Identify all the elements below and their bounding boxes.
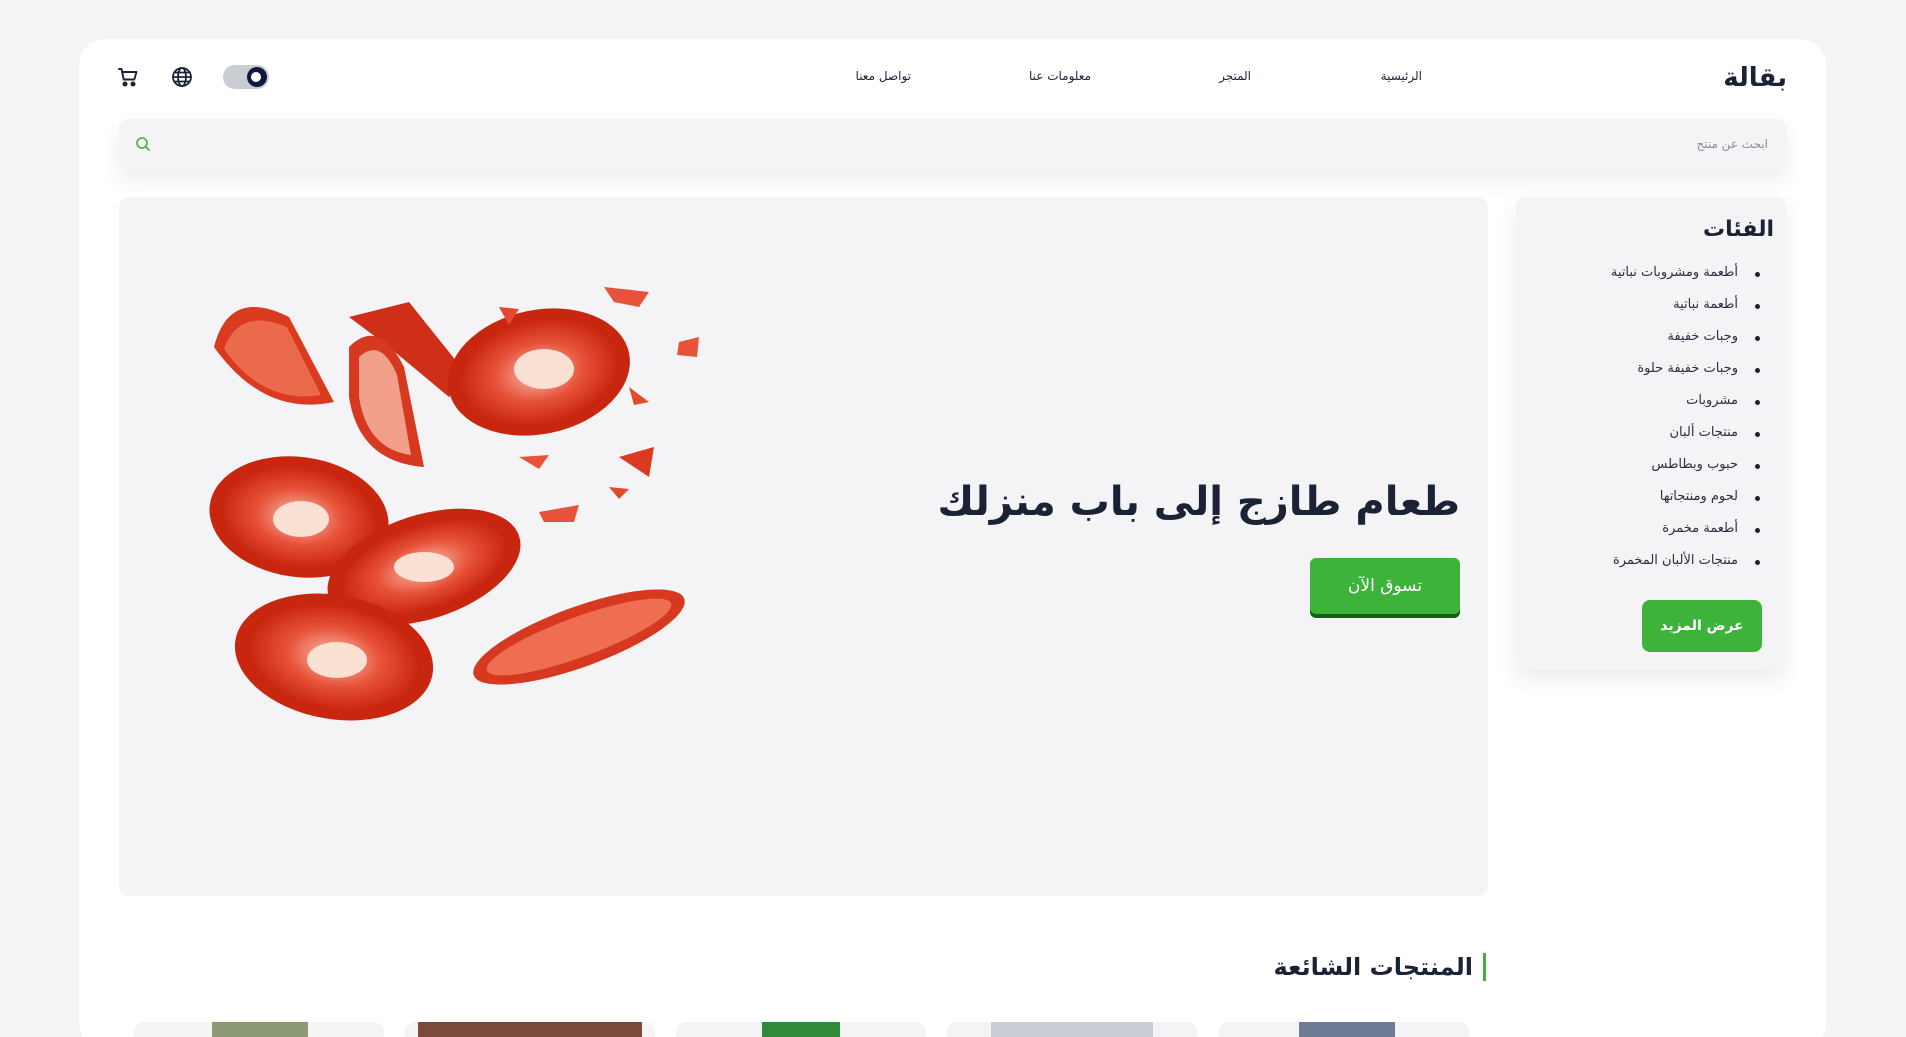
nav-home[interactable]: الرئيسية <box>1381 69 1422 83</box>
category-item[interactable]: أطعمة مخمرة <box>1611 521 1761 553</box>
category-item[interactable]: منتجات الألبان المخمرة <box>1611 553 1761 585</box>
product-image <box>212 1022 308 1037</box>
categories-list: أطعمة ومشروبات نباتية أطعمة نباتية وجبات… <box>1611 265 1761 585</box>
search-icon[interactable] <box>135 136 151 152</box>
hero-title: طعام طازج إلى باب منزلك <box>937 479 1460 525</box>
cart-icon[interactable] <box>116 65 140 89</box>
categories-panel: الفئات أطعمة ومشروبات نباتية أطعمة نباتي… <box>1516 197 1786 669</box>
search-bar <box>119 119 1786 169</box>
brand-logo[interactable]: بقالة <box>1723 63 1787 93</box>
product-card[interactable] <box>134 1022 384 1037</box>
category-item[interactable]: مشروبات <box>1611 393 1761 425</box>
product-card[interactable] <box>676 1022 926 1037</box>
hero-banner: طعام طازج إلى باب منزلك تسوق الآن <box>119 197 1488 896</box>
category-item[interactable]: حبوب وبطاطس <box>1611 457 1761 489</box>
tomato-slices-image <box>209 287 699 721</box>
category-item[interactable]: وجبات خفيفة <box>1611 329 1761 361</box>
product-card[interactable] <box>947 1022 1197 1037</box>
product-card[interactable] <box>405 1022 655 1037</box>
category-item[interactable]: أطعمة ومشروبات نباتية <box>1611 265 1761 297</box>
search-input[interactable] <box>188 133 1768 155</box>
nav-contact[interactable]: تواصل معنا <box>856 69 911 83</box>
popular-products-title: المنتجات الشائعة <box>1274 953 1486 981</box>
nav-about[interactable]: معلومات عنا <box>1029 69 1091 83</box>
category-item[interactable]: أطعمة نباتية <box>1611 297 1761 329</box>
main-card: بقالة الرئيسية المتجر معلومات عنا تواصل … <box>79 39 1826 1037</box>
product-image <box>418 1022 642 1037</box>
theme-toggle[interactable] <box>223 65 269 89</box>
shop-now-button[interactable]: تسوق الآن <box>1310 558 1460 614</box>
product-image <box>991 1022 1153 1037</box>
product-image <box>762 1022 840 1037</box>
nav-store[interactable]: المتجر <box>1219 69 1251 83</box>
moon-icon <box>247 67 267 87</box>
show-more-button[interactable]: عرض المزيد <box>1642 600 1762 652</box>
product-card[interactable] <box>1219 1022 1469 1037</box>
product-image <box>1299 1022 1395 1037</box>
category-item[interactable]: لحوم ومنتجاتها <box>1611 489 1761 521</box>
category-item[interactable]: منتجات ألبان <box>1611 425 1761 457</box>
category-item[interactable]: وجبات خفيفة حلوة <box>1611 361 1761 393</box>
categories-title: الفئات <box>1703 217 1774 242</box>
globe-icon[interactable] <box>170 65 194 89</box>
